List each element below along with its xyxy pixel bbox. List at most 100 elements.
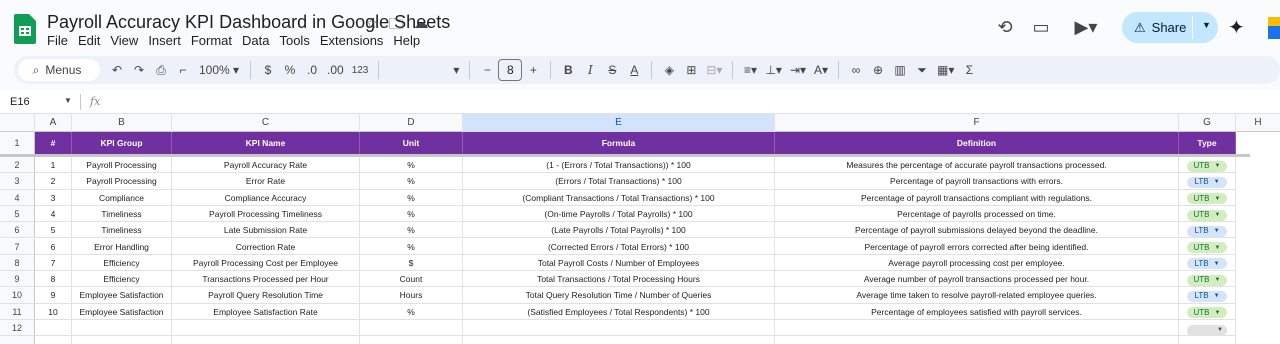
cell-formula[interactable]: (Satisfied Employees / Total Respondents…: [463, 303, 775, 320]
cell-name[interactable]: [172, 336, 360, 344]
version-history-icon[interactable]: ⟲: [990, 12, 1020, 42]
cell-group[interactable]: Timeliness: [72, 205, 172, 223]
paint-format-icon[interactable]: ⌐: [172, 58, 194, 82]
cell-definition[interactable]: Average payroll processing cost per empl…: [775, 254, 1179, 272]
cell-definition[interactable]: Percentage of payrolls processed on time…: [775, 205, 1179, 223]
cell-formula[interactable]: (On-time Payrolls / Total Payrolls) * 10…: [463, 205, 775, 223]
cell-type[interactable]: UTB ▼: [1179, 303, 1236, 320]
cell-type[interactable]: ▼: [1179, 320, 1236, 337]
cell-num[interactable]: 9: [35, 287, 72, 304]
cell-num[interactable]: 7: [35, 254, 72, 272]
print-icon[interactable]: ⎙: [150, 58, 172, 82]
cell-group[interactable]: [72, 336, 172, 344]
increase-decimal-button[interactable]: .00: [323, 58, 348, 82]
insert-comment-icon[interactable]: ⊕: [867, 58, 889, 82]
italic-icon[interactable]: I: [579, 58, 601, 82]
cell-formula[interactable]: [463, 336, 775, 344]
cell-num[interactable]: 2: [35, 173, 72, 190]
cell-formula[interactable]: (1 - (Errors / Total Transactions)) * 10…: [463, 157, 775, 174]
decrease-decimal-button[interactable]: .0: [301, 58, 323, 82]
bold-icon[interactable]: B: [557, 58, 579, 82]
cell-name[interactable]: Compliance Accuracy: [172, 189, 360, 206]
header-definition[interactable]: Definition: [775, 132, 1179, 155]
type-dropdown-chip[interactable]: UTB ▼: [1187, 274, 1227, 286]
google-sheets-logo-icon[interactable]: [14, 14, 36, 44]
type-dropdown-chip[interactable]: LTB ▼: [1187, 176, 1227, 188]
type-dropdown-chip[interactable]: UTB ▼: [1187, 307, 1227, 319]
text-rotation-icon[interactable]: A▾: [810, 58, 832, 82]
font-size-increase-button[interactable]: +: [522, 58, 544, 82]
cell-type[interactable]: UTB ▼: [1179, 205, 1236, 223]
cell-group[interactable]: Payroll Processing: [72, 173, 172, 190]
type-dropdown-chip-empty[interactable]: ▼: [1187, 324, 1227, 336]
text-wrap-icon[interactable]: ⇥▾: [786, 58, 810, 82]
column-header-e[interactable]: E: [463, 114, 775, 132]
cell-name[interactable]: Payroll Processing Cost per Employee: [172, 254, 360, 272]
currency-format-button[interactable]: $: [257, 58, 279, 82]
cell-unit[interactable]: %: [360, 205, 463, 223]
type-dropdown-chip[interactable]: LTB ▼: [1187, 225, 1227, 237]
cell-unit[interactable]: %: [360, 303, 463, 320]
cell-formula[interactable]: (Compliant Transactions / Total Transact…: [463, 189, 775, 206]
undo-icon[interactable]: ↶: [106, 58, 128, 82]
cell-name[interactable]: Late Submission Rate: [172, 222, 360, 239]
cell-name[interactable]: Error Rate: [172, 173, 360, 190]
cell-name[interactable]: Payroll Processing Timeliness: [172, 205, 360, 223]
percent-format-button[interactable]: %: [279, 58, 301, 82]
redo-icon[interactable]: ↷: [128, 58, 150, 82]
zoom-select[interactable]: 100% ▾: [194, 58, 244, 82]
header-formula[interactable]: Formula: [463, 132, 775, 155]
type-dropdown-chip[interactable]: LTB ▼: [1187, 291, 1227, 303]
borders-icon[interactable]: ⊞: [680, 58, 702, 82]
column-header-b[interactable]: B: [72, 114, 172, 132]
header-type[interactable]: Type: [1179, 132, 1236, 155]
row-header-6[interactable]: 6: [0, 222, 35, 239]
name-box-dropdown-icon[interactable]: ▼: [64, 96, 72, 105]
cell-name[interactable]: Correction Rate: [172, 238, 360, 255]
cell-unit[interactable]: %: [360, 238, 463, 255]
insert-link-icon[interactable]: ∞: [845, 58, 867, 82]
font-size-input[interactable]: 8: [498, 59, 523, 81]
type-dropdown-chip[interactable]: LTB ▼: [1187, 258, 1227, 270]
cell-definition[interactable]: Percentage of payroll errors corrected a…: [775, 238, 1179, 255]
select-all-corner[interactable]: [0, 114, 35, 132]
row-header-12[interactable]: 12: [0, 320, 35, 337]
row-header-9[interactable]: 9: [0, 271, 35, 288]
name-box[interactable]: E16: [10, 96, 30, 108]
meet-icon[interactable]: ▶▾: [1066, 12, 1106, 42]
cell-num[interactable]: [35, 320, 72, 337]
row-header-11[interactable]: 11: [0, 303, 35, 320]
cell-group[interactable]: Employee Satisfaction: [72, 303, 172, 320]
vertical-align-icon[interactable]: ⊥▾: [761, 58, 785, 82]
cell-type[interactable]: UTB ▼: [1179, 189, 1236, 206]
cell-type[interactable]: LTB ▼: [1179, 287, 1236, 304]
menu-help[interactable]: Help: [393, 33, 426, 48]
filter-views-icon[interactable]: ▦▾: [933, 58, 958, 82]
strikethrough-icon[interactable]: S: [601, 58, 623, 82]
cell-num[interactable]: 3: [35, 189, 72, 206]
cell-num[interactable]: 8: [35, 271, 72, 288]
header-num[interactable]: #: [35, 132, 72, 155]
cell-name[interactable]: [172, 320, 360, 337]
row-header-8[interactable]: 8: [0, 254, 35, 272]
cell-unit[interactable]: $: [360, 254, 463, 272]
menu-file[interactable]: File: [47, 33, 74, 48]
fill-color-icon[interactable]: ◈: [658, 58, 680, 82]
cell-type[interactable]: [1179, 336, 1236, 344]
cell-unit[interactable]: Count: [360, 271, 463, 288]
menu-format[interactable]: Format: [191, 33, 238, 48]
cell-definition[interactable]: Percentage of payroll transactions compl…: [775, 189, 1179, 206]
functions-icon[interactable]: Σ: [958, 58, 980, 82]
cell-unit[interactable]: Hours: [360, 287, 463, 304]
column-header-a[interactable]: A: [35, 114, 72, 132]
cell-group[interactable]: Employee Satisfaction: [72, 287, 172, 304]
cell-name[interactable]: Transactions Processed per Hour: [172, 271, 360, 288]
cell-unit[interactable]: %: [360, 222, 463, 239]
cell-definition[interactable]: Average time taken to resolve payroll-re…: [775, 287, 1179, 304]
cell-num[interactable]: [35, 336, 72, 344]
menu-insert[interactable]: Insert: [148, 33, 187, 48]
column-header-f[interactable]: F: [775, 114, 1179, 132]
cell-unit[interactable]: [360, 336, 463, 344]
type-dropdown-chip[interactable]: UTB ▼: [1187, 242, 1227, 254]
cell-unit[interactable]: %: [360, 173, 463, 190]
